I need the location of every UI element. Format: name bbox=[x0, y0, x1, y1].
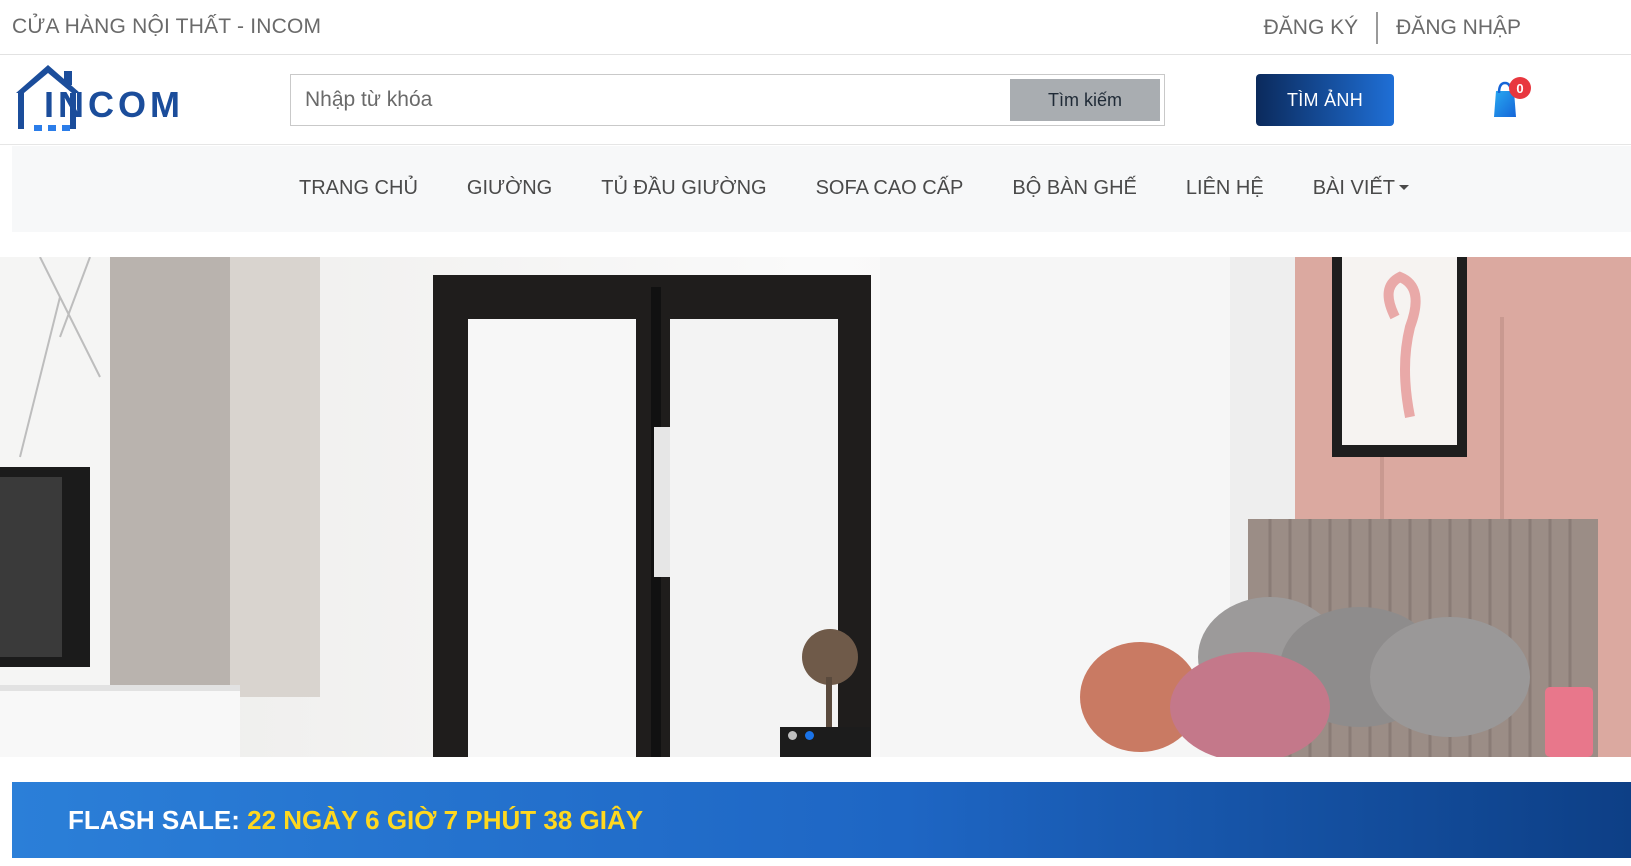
nav-item-sofa[interactable]: SOFA CAO CẤP bbox=[816, 177, 964, 200]
carousel-indicators bbox=[788, 731, 814, 740]
search-box: Tìm kiếm bbox=[290, 74, 1165, 126]
header: INCOM Tìm kiếm TÌM ẢNH 0 bbox=[0, 55, 1631, 145]
topbar: CỬA HÀNG NỘI THẤT - INCOM ĐĂNG KÝ ĐĂNG N… bbox=[0, 0, 1631, 55]
nav-item-contact[interactable]: LIÊN HỆ bbox=[1186, 177, 1264, 200]
register-link[interactable]: ĐĂNG KÝ bbox=[1264, 16, 1359, 40]
cart-count-badge: 0 bbox=[1509, 77, 1531, 99]
auth-divider bbox=[1376, 12, 1379, 44]
flash-sale-bar: FLASH SALE: 22 NGÀY 6 GIỜ 7 PHÚT 38 GIÂY bbox=[12, 782, 1631, 858]
search-input[interactable] bbox=[291, 75, 1006, 125]
nav-item-table-sets[interactable]: BỘ BÀN GHẾ bbox=[1012, 177, 1136, 200]
flash-sale-countdown: 22 NGÀY 6 GIỜ 7 PHÚT 38 GIÂY bbox=[247, 805, 644, 835]
main-nav: TRANG CHỦ GIƯỜNG TỦ ĐẦU GIƯỜNG SOFA CAO … bbox=[12, 146, 1631, 232]
caret-down-icon bbox=[1398, 184, 1409, 190]
nav-item-posts-label: BÀI VIẾT bbox=[1312, 177, 1395, 199]
cart-button[interactable]: 0 bbox=[1488, 77, 1536, 121]
flash-sale-label: FLASH SALE: bbox=[68, 805, 240, 835]
house-logo-icon: INCOM bbox=[16, 65, 184, 131]
svg-text:INCOM: INCOM bbox=[44, 84, 184, 125]
login-link[interactable]: ĐĂNG NHẬP bbox=[1396, 16, 1521, 40]
find-image-button[interactable]: TÌM ẢNH bbox=[1256, 74, 1394, 126]
hero-carousel[interactable] bbox=[0, 257, 1631, 757]
nav-item-home[interactable]: TRANG CHỦ bbox=[299, 177, 418, 200]
nav-item-nightstands[interactable]: TỦ ĐẦU GIƯỜNG bbox=[601, 177, 766, 200]
bedroom-banner-image bbox=[0, 257, 1631, 757]
auth-links: ĐĂNG KÝ ĐĂNG NHẬP bbox=[1264, 12, 1521, 44]
store-name: CỬA HÀNG NỘI THẤT - INCOM bbox=[12, 15, 322, 38]
search-button[interactable]: Tìm kiếm bbox=[1010, 79, 1160, 121]
carousel-dot-2[interactable] bbox=[805, 731, 814, 740]
nav-item-posts-dropdown[interactable]: BÀI VIẾT bbox=[1313, 177, 1409, 200]
logo[interactable]: INCOM bbox=[14, 63, 204, 137]
carousel-dot-1[interactable] bbox=[788, 731, 797, 740]
flash-sale-text: FLASH SALE: 22 NGÀY 6 GIỜ 7 PHÚT 38 GIÂY bbox=[68, 805, 643, 836]
nav-item-beds[interactable]: GIƯỜNG bbox=[467, 177, 552, 200]
